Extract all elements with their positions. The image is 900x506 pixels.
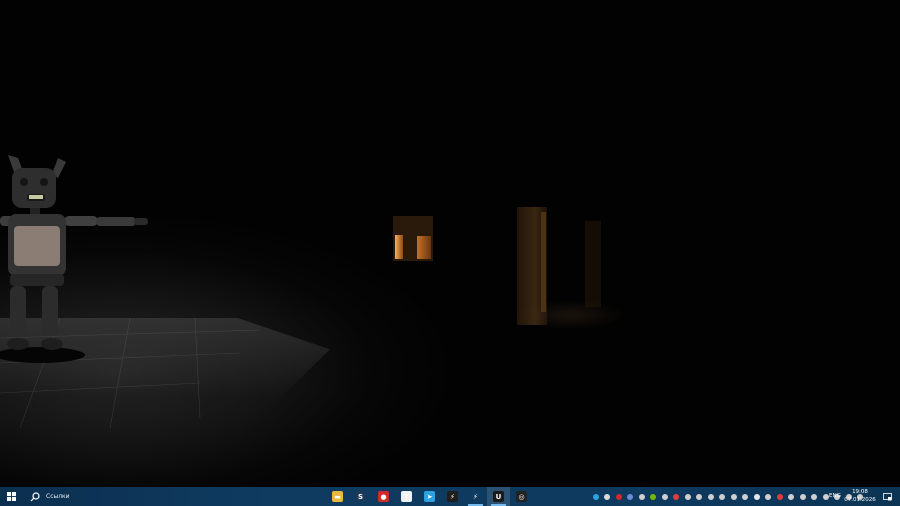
system-tray xyxy=(590,487,866,506)
clock-tray-icon[interactable] xyxy=(763,487,775,506)
steam-icon: S xyxy=(355,491,366,502)
language-indicator[interactable]: ENG xyxy=(829,487,841,506)
app-bolt-icon: ⚡ xyxy=(470,491,481,502)
yandex-browser-button[interactable]: ● xyxy=(372,487,395,506)
yandex-browser-icon: ● xyxy=(378,491,389,502)
far-doorway xyxy=(585,221,601,307)
app-bolt-button[interactable]: ⚡ xyxy=(464,487,487,506)
unreal-engine-button[interactable]: U xyxy=(487,487,510,506)
start-button[interactable] xyxy=(0,487,22,506)
clock-date: 07.01.2026 xyxy=(844,497,876,503)
game-launcher-icon: ⚡ xyxy=(447,491,458,502)
pinned-apps: ▬ S ● Y ➤ ⚡ ⚡ U ◎ xyxy=(326,487,533,506)
clock[interactable]: 19:08 07.01.2026 xyxy=(843,488,877,504)
lit-doorway xyxy=(393,216,433,261)
game-launcher-button[interactable]: ⚡ xyxy=(441,487,464,506)
door-edge xyxy=(541,212,546,312)
telegram-tray-icon[interactable] xyxy=(590,487,602,506)
unreal-engine-icon: U xyxy=(493,491,504,502)
telegram-button[interactable]: ➤ xyxy=(418,487,441,506)
file-explorer-button[interactable]: ▬ xyxy=(326,487,349,506)
file-explorer-icon: ▬ xyxy=(332,491,343,502)
telegram-icon: ➤ xyxy=(424,491,435,502)
bolt-tray-icon[interactable] xyxy=(705,487,717,506)
discord-tray-icon[interactable] xyxy=(625,487,637,506)
gear-tray-icon[interactable] xyxy=(728,487,740,506)
search-placeholder: Ссылки xyxy=(46,493,70,500)
yandex-icon: Y xyxy=(401,491,412,502)
arrow-tray-icon[interactable] xyxy=(682,487,694,506)
nvidia-tray-icon[interactable] xyxy=(648,487,660,506)
yandex-tray-icon[interactable] xyxy=(613,487,625,506)
search-icon xyxy=(30,491,40,501)
c-tray-icon[interactable] xyxy=(636,487,648,506)
steam-tray-icon[interactable] xyxy=(797,487,809,506)
b-tray-icon[interactable] xyxy=(694,487,706,506)
floor-light xyxy=(515,300,625,330)
controller-tray-icon[interactable] xyxy=(659,487,671,506)
chevron-up-tray-icon[interactable] xyxy=(809,487,821,506)
record-tray-icon[interactable] xyxy=(774,487,786,506)
game-window-button[interactable]: ◎ xyxy=(510,487,533,506)
taskbar: Ссылки ▬ S ● Y ➤ ⚡ ⚡ U ◎ ENG 19:08 07.01.2026 xyxy=(0,487,900,506)
yandex-button[interactable]: Y xyxy=(395,487,418,506)
taskbar-search-box[interactable]: Ссылки xyxy=(22,487,255,506)
game-viewport[interactable] xyxy=(0,0,900,487)
steam-button[interactable]: S xyxy=(349,487,372,506)
onedrive-tray-icon[interactable] xyxy=(751,487,763,506)
headset-tray-icon[interactable] xyxy=(602,487,614,506)
windows-logo-icon xyxy=(6,492,16,501)
x-tray-icon[interactable] xyxy=(717,487,729,506)
notifications-button[interactable] xyxy=(880,487,894,506)
mic-red-tray-icon[interactable] xyxy=(671,487,683,506)
cloud-tray-icon[interactable] xyxy=(740,487,752,506)
animatronic-character xyxy=(0,155,148,363)
shield-tray-icon[interactable] xyxy=(786,487,798,506)
game-window-icon: ◎ xyxy=(516,491,527,502)
clock-time: 19:08 xyxy=(852,489,868,495)
notification-icon xyxy=(882,492,892,500)
